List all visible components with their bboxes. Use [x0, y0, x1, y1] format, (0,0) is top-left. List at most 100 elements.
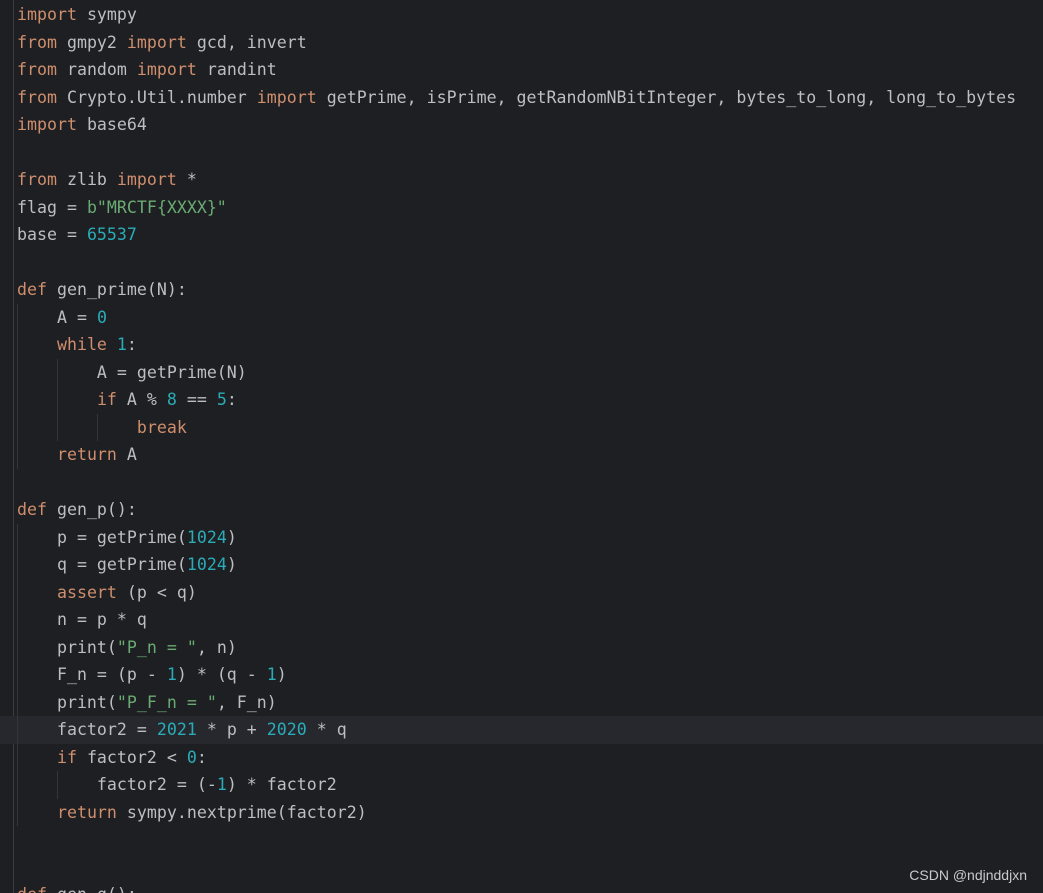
code-line[interactable]: A = 0 [0, 303, 1043, 331]
code-token-text: factor2 < [76, 747, 187, 767]
code-token-kw: import [116, 170, 177, 189]
code-line[interactable]: F_n = (p - 1) * (q - 1) [0, 661, 1043, 689]
code-line[interactable] [0, 469, 1043, 497]
indent-guide [17, 578, 18, 606]
code-token-text: factor2 = [17, 720, 157, 739]
indent-guide [17, 331, 18, 359]
code-token-kw: assert [56, 582, 117, 602]
code-token-text: ) [226, 527, 237, 547]
code-line[interactable]: def gen_prime(N): [0, 276, 1043, 304]
code-line[interactable]: factor2 = (-1) * factor2 [0, 771, 1043, 799]
code-token-text: zlib [56, 170, 117, 189]
code-token-kw: import [136, 60, 197, 79]
code-token-kw: return [56, 802, 117, 822]
code-line[interactable]: assert (p < q) [0, 578, 1043, 606]
indent-guide [17, 551, 18, 579]
code-token-kw: break [136, 417, 187, 437]
code-line[interactable]: break [0, 413, 1043, 441]
code-line[interactable]: from gmpy2 import gcd, invert [0, 29, 1043, 57]
code-token-text: * p + [196, 720, 267, 739]
code-line[interactable]: print("P_n = ", n) [0, 633, 1043, 661]
code-token-kw: import [256, 87, 317, 107]
indent-guide [17, 386, 18, 414]
indent-guide [17, 413, 18, 441]
code-line[interactable]: base = 65537 [0, 221, 1043, 249]
code-token-text: base64 [76, 115, 147, 134]
indent-guide [17, 441, 18, 469]
code-line[interactable]: print("P_F_n = ", F_n) [0, 688, 1043, 716]
code-token-text: factor2 = (- [17, 775, 217, 794]
code-editor[interactable]: import sympy from gmpy2 import gcd, inver… [0, 0, 1043, 893]
code-line[interactable]: if factor2 < 0: [0, 743, 1043, 771]
code-token-text: gen_prime(N): [46, 280, 187, 299]
code-token-text: flag = [17, 197, 87, 217]
code-token-kw: return [56, 445, 117, 464]
code-token-num: 1 [166, 665, 177, 684]
code-line[interactable]: flag = b"MRCTF{XXXX}" [0, 194, 1043, 222]
code-token-text: base = [17, 225, 87, 244]
code-line[interactable]: n = p * q [0, 606, 1043, 634]
code-line[interactable]: return A [0, 441, 1043, 469]
code-token-num: 8 [166, 390, 177, 409]
code-token-text: p = getPrime( [17, 527, 187, 547]
code-line[interactable]: def gen_p(): [0, 496, 1043, 524]
code-lines[interactable]: import sympy from gmpy2 import gcd, inver… [0, 1, 1043, 893]
indent-guide [17, 303, 18, 331]
code-token-text: : [226, 390, 237, 409]
code-line[interactable]: while 1: [0, 331, 1043, 359]
code-line[interactable] [0, 854, 1043, 882]
code-token-num: 1 [266, 665, 277, 684]
indent-guide [17, 606, 18, 634]
code-token-text: sympy.nextprime(factor2) [116, 802, 367, 822]
code-token-kw: if [96, 390, 117, 409]
code-line[interactable]: factor2 = 2021 * p + 2020 * q [0, 716, 1043, 744]
code-line[interactable]: import base64 [0, 111, 1043, 139]
code-line[interactable]: A = getPrime(N) [0, 358, 1043, 386]
indent-guide [57, 413, 58, 441]
indent-guide [17, 688, 18, 716]
code-token-num: 0 [186, 747, 197, 767]
code-line[interactable] [0, 249, 1043, 277]
code-token-text: gmpy2 [56, 32, 127, 52]
code-token-num: 1024 [186, 555, 227, 574]
code-line[interactable]: return sympy.nextprime(factor2) [0, 798, 1043, 826]
code-token-num: 1 [116, 335, 127, 354]
code-token-text: ) * factor2 [226, 775, 337, 794]
code-token-kw: import [17, 5, 77, 24]
code-token-text: == [176, 390, 217, 409]
code-line[interactable]: from zlib import * [0, 166, 1043, 194]
indent-guide [17, 633, 18, 661]
code-token-kw: def [17, 500, 47, 519]
code-token-text: , n) [196, 637, 237, 657]
code-line[interactable]: def gen_q(): [0, 881, 1043, 893]
code-token-text: gen_q(): [47, 885, 137, 893]
code-token-text: (p < q) [116, 582, 197, 602]
code-line[interactable]: from Crypto.Util.number import getPrime,… [0, 84, 1043, 112]
code-token-num: 2020 [266, 720, 307, 739]
code-line[interactable] [0, 139, 1043, 167]
code-token-kw: from [17, 32, 57, 52]
code-token-num: 0 [96, 307, 107, 327]
code-token-text: A = getPrime(N) [17, 362, 247, 382]
code-line[interactable] [0, 826, 1043, 854]
code-token-str: "P_F_n = " [116, 692, 217, 712]
code-token-text: * [176, 170, 197, 189]
code-token-str: b"MRCTF{XXXX}" [86, 197, 227, 217]
code-token-str: "P_n = " [116, 637, 197, 657]
code-line[interactable]: p = getPrime(1024) [0, 523, 1043, 551]
code-line[interactable]: from random import randint [0, 56, 1043, 84]
code-line[interactable]: q = getPrime(1024) [0, 551, 1043, 579]
code-token-text: , F_n) [216, 692, 277, 712]
code-line[interactable]: import sympy [0, 1, 1043, 29]
code-token-text: F_n = (p - [17, 665, 167, 684]
watermark: CSDN @ndjnddjxn [909, 867, 1027, 883]
indent-guide [57, 386, 58, 414]
code-token-kw: from [17, 170, 57, 189]
code-token-text: : [196, 747, 207, 767]
code-line[interactable]: if A % 8 == 5: [0, 386, 1043, 414]
